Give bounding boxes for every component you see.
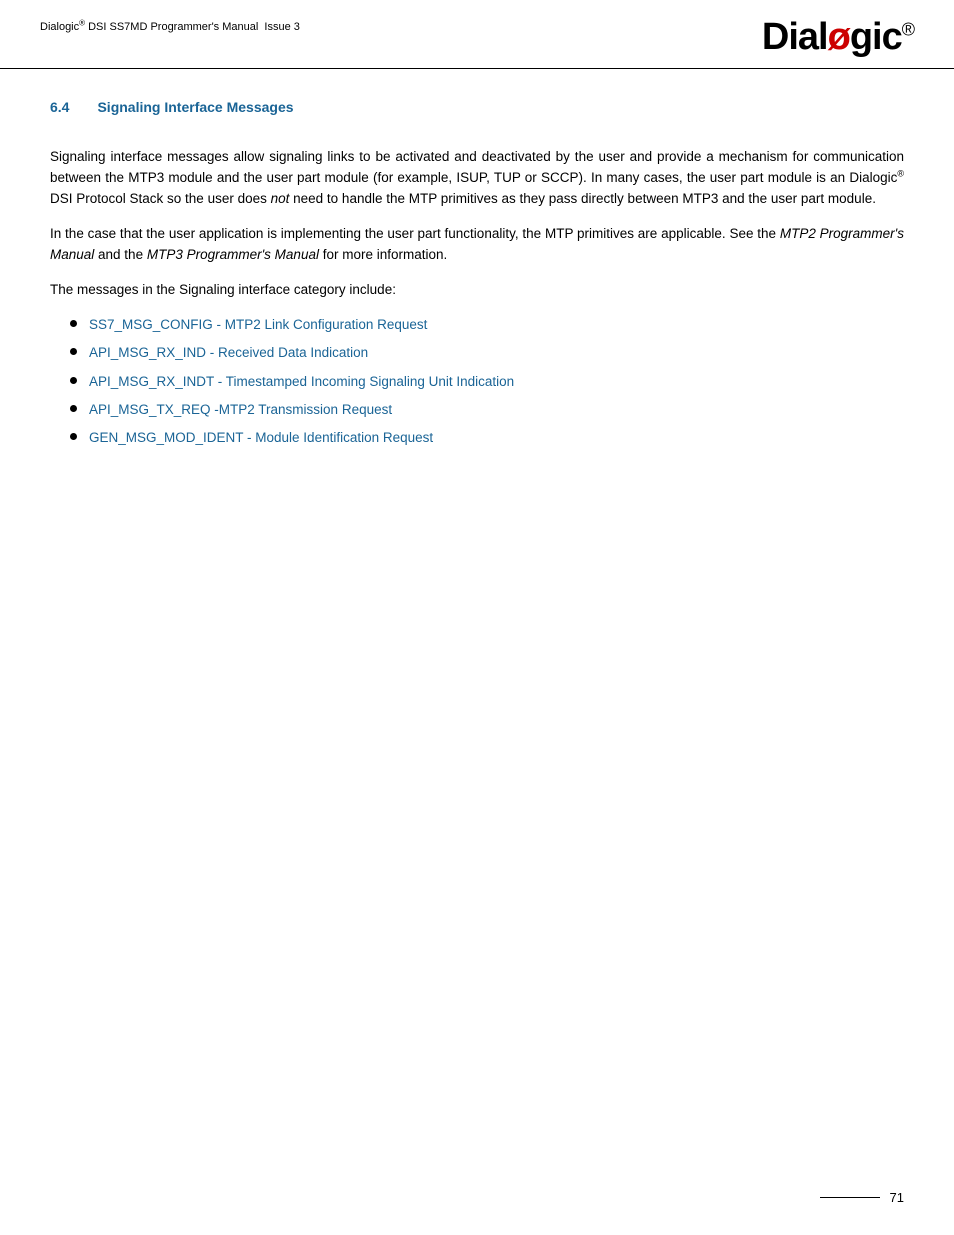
bullet-dot — [70, 320, 77, 327]
p1-sup: ® — [897, 169, 904, 179]
list-item-text: SS7_MSG_CONFIG - MTP2 Link Configuration… — [89, 315, 427, 335]
list-item-text: GEN_MSG_MOD_IDENT - Module Identificatio… — [89, 428, 433, 448]
list-item: SS7_MSG_CONFIG - MTP2 Link Configuration… — [70, 315, 904, 335]
p1-text: Signaling interface messages allow signa… — [50, 149, 904, 206]
main-content: 6.4 Signaling Interface Messages Signali… — [0, 69, 954, 506]
p2-em2: MTP3 Programmer's Manual — [147, 247, 319, 262]
paragraph-3: The messages in the Signaling interface … — [50, 280, 904, 301]
list-item: API_MSG_RX_INDT - Timestamped Incoming S… — [70, 372, 904, 392]
section-number: 6.4 — [50, 99, 69, 115]
link-api-msg-rx-ind[interactable]: API_MSG_RX_IND - Received Data Indicatio… — [89, 345, 368, 360]
list-item-text: API_MSG_RX_IND - Received Data Indicatio… — [89, 343, 368, 363]
logo-registered: ® — [902, 19, 914, 39]
footer-line — [820, 1197, 880, 1199]
p2-text: In the case that the user application is… — [50, 226, 904, 262]
link-gen-msg-mod-ident[interactable]: GEN_MSG_MOD_IDENT - Module Identificatio… — [89, 430, 433, 445]
p3-text: The messages in the Signaling interface … — [50, 282, 396, 297]
page-number: 71 — [890, 1190, 904, 1205]
link-api-msg-tx-req[interactable]: API_MSG_TX_REQ -MTP2 Transmission Reques… — [89, 402, 392, 417]
p1-em: not — [271, 191, 290, 206]
bullet-dot — [70, 377, 77, 384]
bullet-dot — [70, 405, 77, 412]
list-item-text: API_MSG_RX_INDT - Timestamped Incoming S… — [89, 372, 514, 392]
list-item: GEN_MSG_MOD_IDENT - Module Identificatio… — [70, 428, 904, 448]
bullet-list: SS7_MSG_CONFIG - MTP2 Link Configuration… — [70, 315, 904, 448]
bullet-dot — [70, 433, 77, 440]
link-ss7-msg-config[interactable]: SS7_MSG_CONFIG - MTP2 Link Configuration… — [89, 317, 427, 332]
page-footer: 71 — [820, 1190, 904, 1205]
page: Dialogic® DSI SS7MD Programmer's Manual … — [0, 0, 954, 1235]
header-registered-sup: ® — [79, 18, 85, 27]
header-title-text: Dialogic® DSI SS7MD Programmer's Manual … — [40, 21, 300, 33]
list-item: API_MSG_RX_IND - Received Data Indicatio… — [70, 343, 904, 363]
list-item: API_MSG_TX_REQ -MTP2 Transmission Reques… — [70, 400, 904, 420]
logo-slash: ø — [828, 16, 850, 58]
link-api-msg-rx-indt[interactable]: API_MSG_RX_INDT - Timestamped Incoming S… — [89, 374, 514, 389]
section-title: Signaling Interface Messages — [97, 99, 293, 115]
dialogic-logo: Dialøgic® — [762, 18, 914, 56]
list-item-text: API_MSG_TX_REQ -MTP2 Transmission Reques… — [89, 400, 392, 420]
header-title: Dialogic® DSI SS7MD Programmer's Manual … — [40, 18, 300, 33]
section-heading-row: 6.4 Signaling Interface Messages — [50, 99, 904, 131]
paragraph-2: In the case that the user application is… — [50, 224, 904, 266]
page-header: Dialogic® DSI SS7MD Programmer's Manual … — [0, 0, 954, 69]
paragraph-1: Signaling interface messages allow signa… — [50, 147, 904, 210]
bullet-dot — [70, 348, 77, 355]
dialogic-logo-container: Dialøgic® — [762, 18, 914, 56]
